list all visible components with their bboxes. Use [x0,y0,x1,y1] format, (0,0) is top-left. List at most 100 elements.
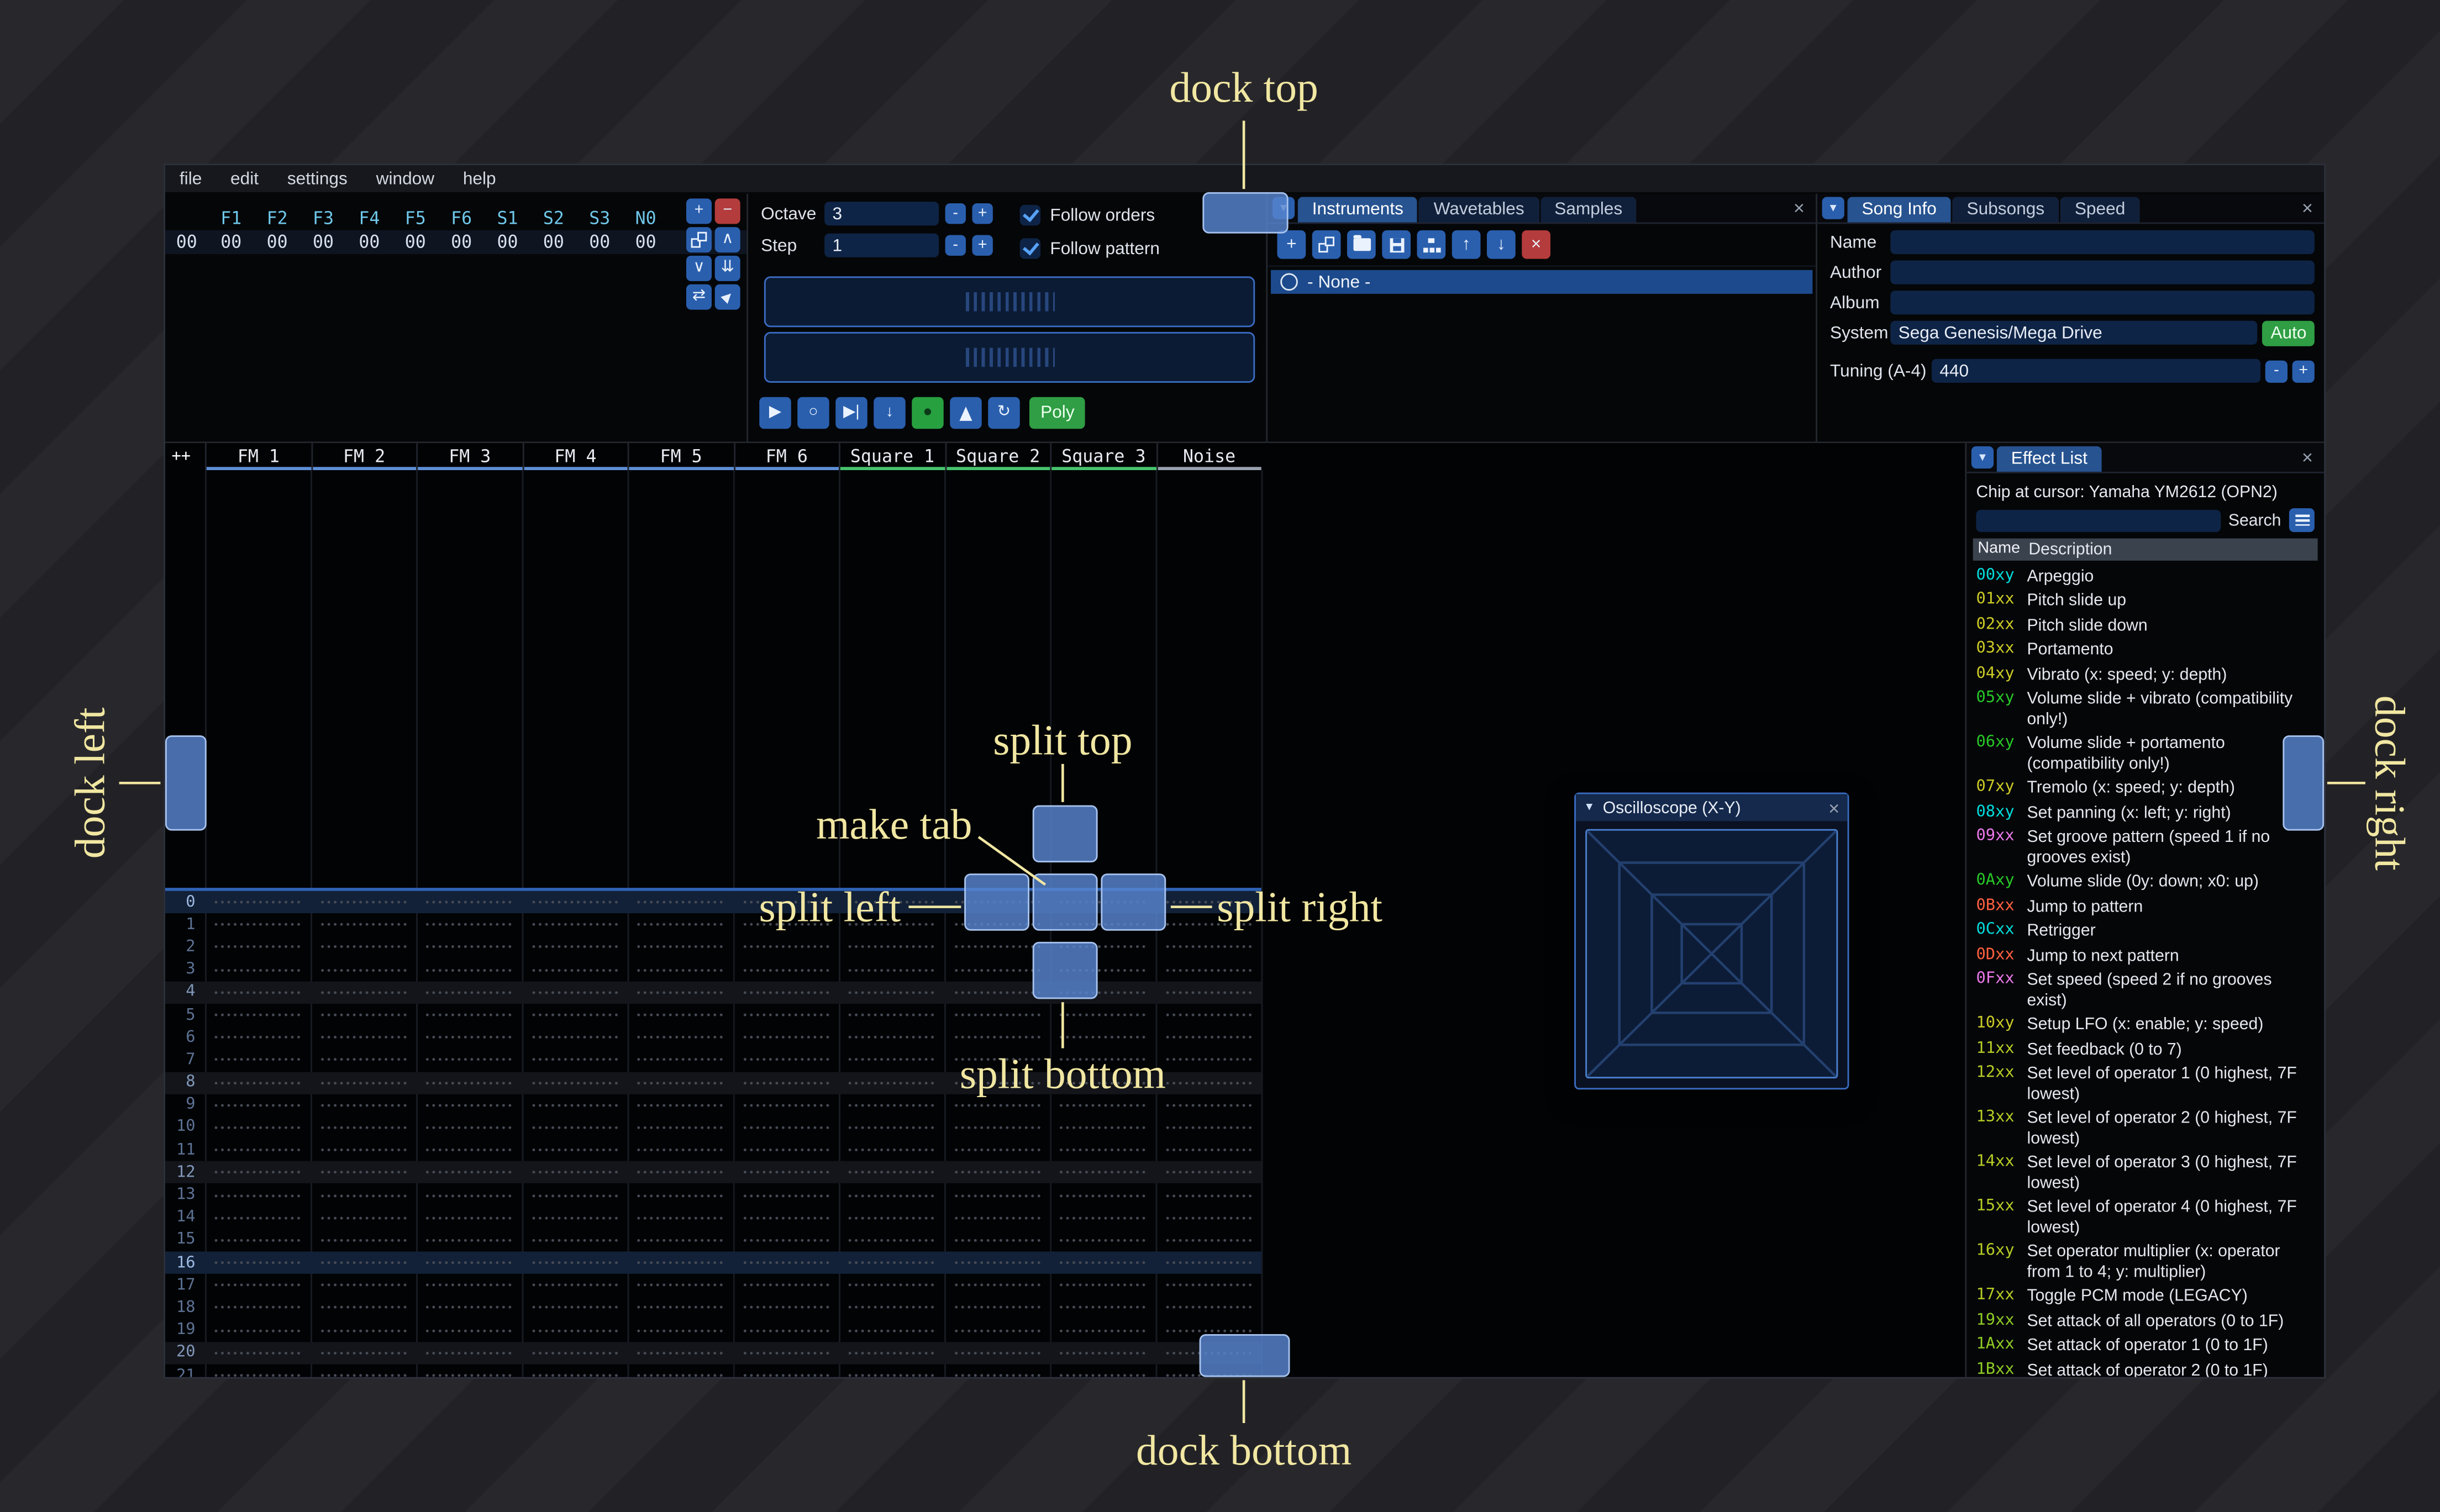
pattern-cell[interactable] [839,1207,944,1229]
pattern-cell[interactable] [839,1184,944,1207]
pattern-cell[interactable] [311,1161,416,1184]
pattern-cell[interactable] [311,1094,416,1116]
effect-search-input[interactable] [1976,509,2221,531]
effect-row[interactable]: 01xx Pitch slide up [1973,588,2318,613]
pattern-cell[interactable] [522,914,627,936]
pattern-row[interactable]: 11 [165,1139,1261,1162]
pattern-cell[interactable] [311,1319,416,1342]
move-instrument-up-button[interactable]: ↑ [1452,230,1481,259]
pattern-cell[interactable] [205,1364,311,1377]
duplicate-order-end-button[interactable]: ⇊ [714,255,740,281]
pattern-cell[interactable] [522,1364,627,1377]
pattern-cell[interactable] [311,958,416,981]
pattern-cell[interactable] [733,936,839,958]
follow-orders-checkbox[interactable] [1019,204,1041,226]
pattern-cell[interactable] [1156,1004,1261,1026]
split-right-target[interactable] [1101,873,1166,931]
pattern-cell[interactable] [522,1026,627,1049]
tuning-input[interactable]: 440 [1932,359,2261,383]
pattern-cell[interactable] [1050,1184,1155,1207]
pattern-cell[interactable] [205,914,311,936]
step-decrease-button[interactable]: - [945,235,966,256]
pattern-cell[interactable] [628,1071,733,1094]
pattern-cell[interactable] [522,1161,627,1184]
play-button[interactable]: ▶ [759,397,791,429]
pattern-row[interactable]: 17 [165,1274,1261,1297]
pattern-cell[interactable] [416,981,522,1004]
pattern-cell[interactable] [944,1116,1050,1139]
pattern-cell[interactable] [628,1364,733,1377]
order-cell[interactable]: 00 [254,232,300,252]
pattern-cell[interactable] [522,1004,627,1026]
pattern-cell[interactable] [1050,1342,1155,1365]
effect-row[interactable]: 0Bxx Jump to pattern [1973,894,2318,919]
effect-row[interactable]: 14xx Set level of operator 3 (0 highest, … [1973,1151,2318,1195]
name-input[interactable] [1890,230,2315,254]
effect-row[interactable]: 1Bxx Set attack of operator 2 (0 to 1F) [1973,1358,2318,1377]
pattern-cell[interactable] [1050,1252,1155,1274]
pattern-cell[interactable] [416,936,522,958]
move-instrument-down-button[interactable]: ↓ [1487,230,1516,259]
effect-row[interactable]: 02xx Pitch slide down [1973,613,2318,638]
pattern-cell[interactable] [311,981,416,1004]
pattern-cell[interactable] [1050,1207,1155,1229]
repeat-pattern-button[interactable]: ↻ [988,397,1020,429]
pattern-cell[interactable] [522,891,627,914]
auto-system-button[interactable]: Auto [2263,320,2315,346]
pattern-cell[interactable] [1156,1161,1261,1184]
pattern-cell[interactable] [311,1342,416,1365]
pattern-cell[interactable] [205,1207,311,1229]
play-pattern-button[interactable]: ▶| [835,397,867,429]
pattern-cell[interactable] [311,1184,416,1207]
pattern-cell[interactable] [733,1184,839,1207]
pattern-cell[interactable] [839,1229,944,1252]
effect-row[interactable]: 00xy Arpeggio [1973,564,2318,589]
pattern-cell[interactable] [733,1094,839,1116]
effect-row[interactable]: 09xx Set groove pattern (speed 1 if no gr… [1973,825,2318,870]
pattern-cell[interactable] [416,1116,522,1139]
pattern-cell[interactable] [839,1116,944,1139]
pattern-cell[interactable] [1050,1139,1155,1162]
pattern-cell[interactable] [416,1049,522,1071]
album-input[interactable] [1890,291,2315,315]
pattern-cell[interactable] [839,1004,944,1026]
split-left-target[interactable] [964,873,1029,931]
pattern-cell[interactable] [205,1004,311,1026]
metronome-button[interactable] [950,397,982,429]
order-cell[interactable]: 00 [577,232,623,252]
pattern-cell[interactable] [205,1252,311,1274]
pattern-cell[interactable] [522,1319,627,1342]
dock-top-target[interactable] [1202,192,1289,234]
pattern-row[interactable]: 19 [165,1319,1261,1342]
pattern-cell[interactable] [1156,958,1261,981]
effect-row[interactable]: 04xy Vibrato (x: speed; y: depth) [1973,662,2318,687]
remove-order-button[interactable]: − [714,198,740,224]
pattern-cell[interactable] [205,936,311,958]
pattern-cell[interactable] [733,1297,839,1319]
pattern-cell[interactable] [416,1364,522,1377]
channel-header-fm-2[interactable]: FM 2 [311,443,417,470]
pattern-cell[interactable] [839,1161,944,1184]
add-order-button[interactable]: + [686,198,712,224]
step-row-button[interactable]: ↓ [874,397,906,429]
duplicate-instrument-button[interactable] [1312,230,1341,259]
channel-header-fm-5[interactable]: FM 5 [627,443,733,470]
step-increase-button[interactable]: + [972,235,993,256]
pattern-cell[interactable] [944,1229,1050,1252]
pattern-cell[interactable] [733,1161,839,1184]
pattern-cell[interactable] [416,1252,522,1274]
menu-file[interactable]: file [165,169,216,188]
orders-row[interactable]: 00 00 00 00 00 00 00 00 00 00 00 [165,230,747,254]
pattern-cell[interactable] [1156,1297,1261,1319]
pattern-cell[interactable] [944,1139,1050,1162]
pattern-cell[interactable] [944,1161,1050,1184]
channel-header-fm-4[interactable]: FM 4 [522,443,628,470]
effect-row[interactable]: 10xy Setup LFO (x: enable; y: speed) [1973,1013,2318,1037]
pattern-cell[interactable] [839,1319,944,1342]
tab-samples[interactable]: Samples [1540,197,1637,223]
pattern-cell[interactable] [416,1161,522,1184]
pattern-cell[interactable] [733,1364,839,1377]
step-input[interactable]: 1 [824,233,939,257]
pattern-cell[interactable] [1050,1161,1155,1184]
pattern-cell[interactable] [522,1184,627,1207]
